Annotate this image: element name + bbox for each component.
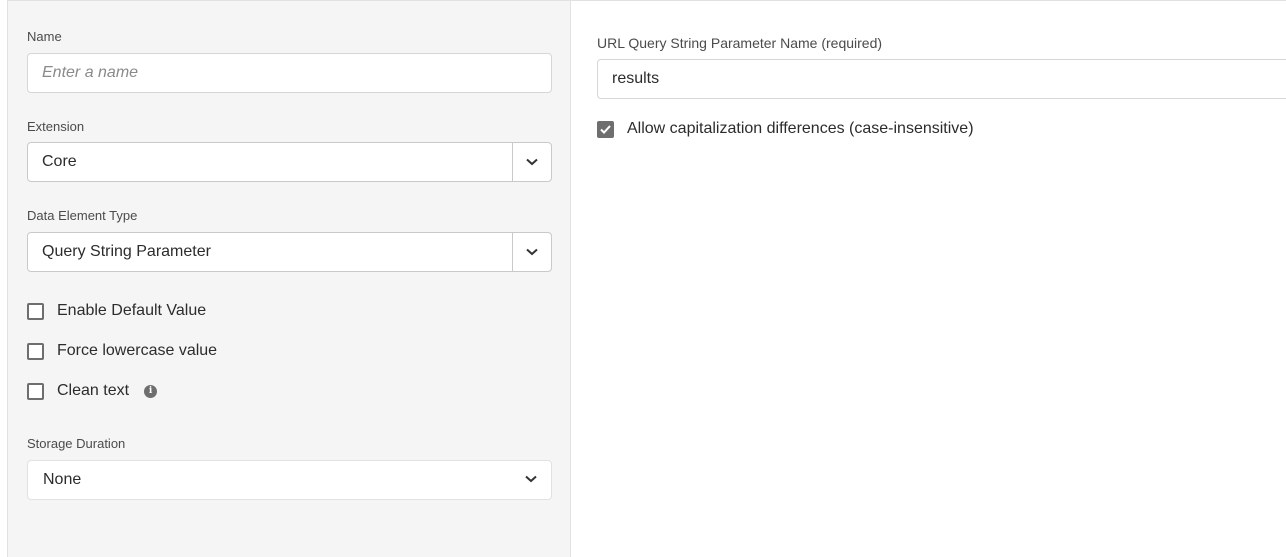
checkbox-box[interactable] [27,342,44,360]
clean-text-checkbox[interactable]: Clean text i [27,382,158,400]
enable-default-value-checkbox[interactable]: Enable Default Value [27,302,206,320]
data-element-type-value[interactable]: Query String Parameter [28,233,512,271]
extension-label: Extension [27,119,85,134]
storage-duration-select[interactable]: None [27,460,552,500]
chevron-down-icon [525,475,537,483]
storage-duration-value: None [43,471,82,488]
force-lowercase-label: Force lowercase value [57,342,218,359]
data-element-type-dropdown-button[interactable] [512,233,551,271]
extension-dropdown-button[interactable] [512,143,551,181]
extension-combobox[interactable]: Core [27,142,552,182]
right-panel: URL Query String Parameter Name (require… [571,0,1286,557]
chevron-down-icon [526,158,538,166]
case-insensitive-checkbox[interactable]: Allow capitalization differences (case-i… [597,120,974,138]
checkbox-box[interactable] [27,302,44,320]
extension-value[interactable]: Core [28,143,512,181]
checkmark-icon [600,124,611,134]
storage-duration-label: Storage Duration [27,436,126,451]
force-lowercase-checkbox[interactable]: Force lowercase value [27,342,217,360]
data-element-type-combobox[interactable]: Query String Parameter [27,232,552,272]
checkbox-box[interactable] [27,382,44,400]
param-name-input[interactable] [597,59,1286,99]
param-name-label: URL Query String Parameter Name (require… [597,35,883,51]
clean-text-label: Clean text [57,382,130,399]
checkbox-box-checked[interactable] [597,120,614,138]
case-insensitive-label: Allow capitalization differences (case-i… [627,120,974,137]
left-panel: Name Extension Core Data Element Type Qu… [7,0,571,557]
name-input[interactable] [27,53,552,93]
info-icon[interactable]: i [144,384,158,398]
enable-default-value-label: Enable Default Value [57,302,207,319]
chevron-down-icon [526,248,538,256]
data-element-type-label: Data Element Type [27,208,138,223]
name-label: Name [27,29,62,44]
